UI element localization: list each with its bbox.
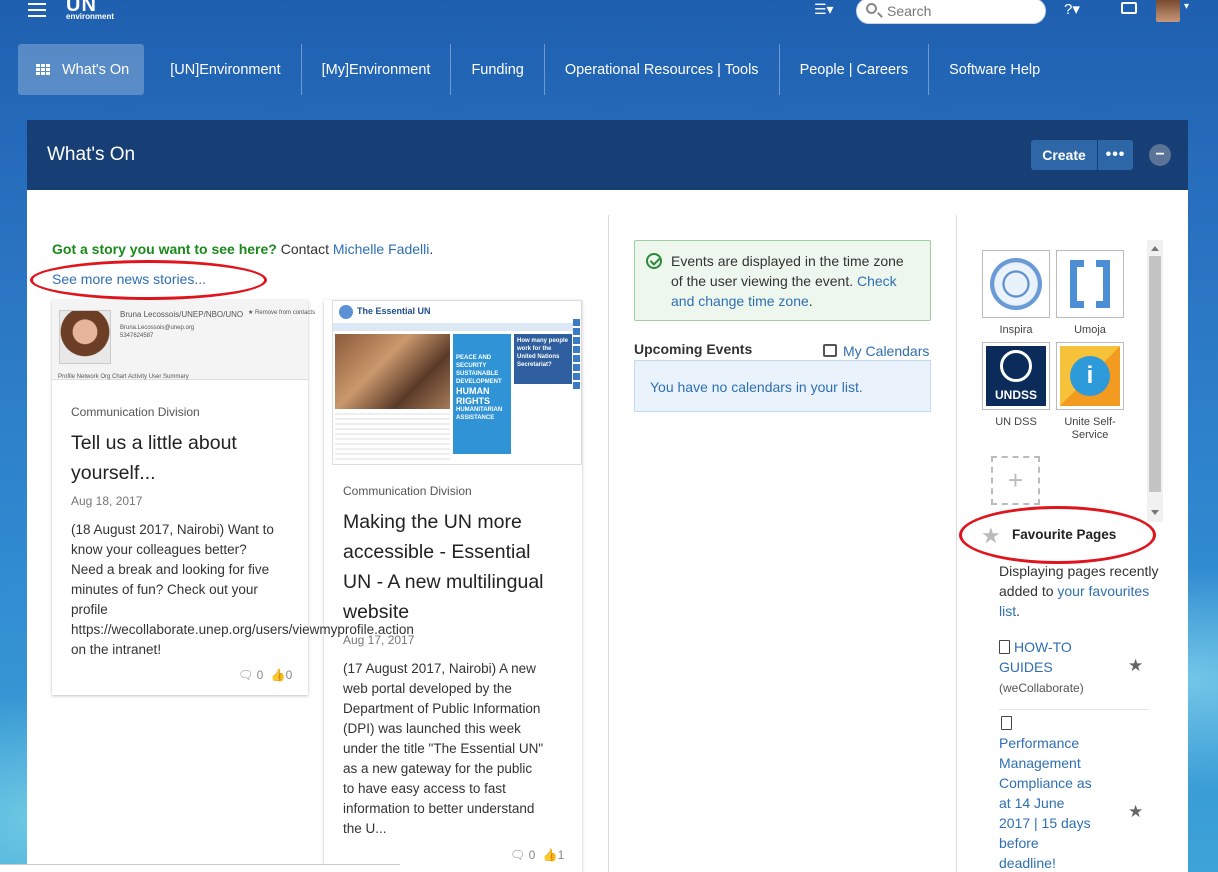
add-app-button[interactable]: +: [991, 456, 1040, 505]
create-button[interactable]: Create: [1031, 140, 1097, 170]
thumb-photo: [335, 334, 450, 409]
thumb-text-block: [335, 413, 450, 463]
self-service-icon: i: [1060, 346, 1120, 406]
inbox-icon[interactable]: [1121, 2, 1137, 14]
unfavourite-star-icon[interactable]: ★: [1128, 656, 1143, 676]
app-label: Inspira: [999, 324, 1033, 336]
timezone-notice: Events are displayed in the time zone of…: [634, 240, 931, 321]
umoja-icon: [1064, 258, 1116, 310]
comment-icon[interactable]: 🗨: [238, 668, 253, 682]
like-icon[interactable]: 👍: [271, 668, 286, 682]
app-tile-unite-self-service[interactable]: i: [1056, 342, 1124, 410]
news-card-counts: 🗨 0 👍0: [238, 668, 293, 682]
check-circle-icon: [646, 253, 662, 269]
favourite-item-space: (weCollaborate): [999, 681, 1084, 695]
favourites-description: Displaying pages recently added to your …: [999, 563, 1159, 619]
highlight-annotation: [959, 506, 1156, 564]
app-tile-inspira[interactable]: [982, 250, 1050, 318]
scroll-thumb[interactable]: [1149, 256, 1161, 492]
grid-icon: [36, 63, 50, 76]
news-card-title[interactable]: Making the UN more accessible - Essentia…: [343, 507, 544, 627]
whats-on-panel: What's On Create ••• − Got a story you w…: [27, 120, 1188, 872]
main-nav: What's On [UN]Environment [My]Environmen…: [18, 44, 1060, 95]
app-label: Umoja: [1074, 324, 1106, 336]
scroll-up-icon[interactable]: [1151, 246, 1159, 251]
nav-item-whats-on[interactable]: What's On: [18, 44, 145, 95]
scroll-down-icon[interactable]: [1151, 510, 1159, 515]
nav-item-people-careers[interactable]: People | Careers: [780, 44, 930, 95]
news-card-thumbnail: The Essential UN PEACE AND SECURITY SUST…: [332, 300, 582, 465]
more-options-button[interactable]: •••: [1098, 140, 1133, 170]
calendar-icon: [823, 344, 837, 357]
thumb-nav: [333, 323, 578, 331]
news-card[interactable]: Bruna Lecossois/UNEP/NBO/UNO Bruna.Lecos…: [52, 300, 414, 695]
thumb-share-bar: [573, 319, 580, 389]
nav-item-operational-resources[interactable]: Operational Resources | Tools: [545, 44, 780, 95]
app-tile-undss[interactable]: UNDSS: [982, 342, 1050, 410]
nav-item-software-help[interactable]: Software Help: [929, 44, 1060, 95]
app-label: Unite Self- Service: [1064, 416, 1116, 441]
app-label: UN DSS: [995, 416, 1037, 428]
document-icon: [999, 640, 1010, 654]
chevron-down-icon[interactable]: ▾: [1184, 1, 1189, 12]
panel-header: What's On Create ••• −: [27, 120, 1188, 190]
search-input[interactable]: [887, 2, 1037, 20]
news-card-thumbnail: Bruna Lecossois/UNEP/NBO/UNO Bruna.Lecos…: [52, 300, 315, 380]
nav-item-funding[interactable]: Funding: [451, 44, 545, 95]
news-card[interactable]: The Essential UN PEACE AND SECURITY SUST…: [324, 300, 582, 872]
search-icon: [866, 3, 877, 14]
news-card-counts: 🗨 0 👍1: [510, 848, 565, 862]
app-tile-umoja[interactable]: [1056, 250, 1124, 318]
list-icon[interactable]: ☰▾: [814, 1, 834, 18]
news-card-date: Aug 18, 2017: [71, 494, 143, 508]
search-box[interactable]: [856, 0, 1046, 24]
nav-item-my-environment[interactable]: [My]Environment: [302, 44, 452, 95]
favourite-item-how-to-guides[interactable]: HOW-TO GUIDES: [999, 637, 1072, 677]
news-card-body: (17 August 2017, Nairobi) A new web port…: [343, 661, 544, 836]
profile-photo: [59, 310, 111, 364]
thumb-banner: PEACE AND SECURITY SUSTAINABLE DEVELOPME…: [453, 334, 511, 454]
status-tab: [0, 864, 400, 872]
favourite-item-performance-management[interactable]: Performance Management Compliance as at …: [999, 733, 1092, 872]
no-calendars-message: You have no calendars in your list.: [634, 360, 931, 412]
column-divider: [608, 215, 609, 872]
my-calendars-link[interactable]: My Calendars: [823, 343, 929, 359]
upcoming-events-heading: Upcoming Events: [634, 341, 753, 357]
news-card-division: Communication Division: [343, 484, 472, 498]
comment-icon[interactable]: 🗨: [510, 848, 525, 862]
user-avatar[interactable]: [1156, 0, 1180, 22]
unfavourite-star-icon[interactable]: ★: [1128, 802, 1143, 822]
collapse-button[interactable]: −: [1149, 144, 1171, 166]
page-title: What's On: [47, 144, 136, 165]
help-icon[interactable]: ?▾: [1064, 0, 1080, 18]
thumb-side-box: How many people work for the United Nati…: [514, 334, 572, 384]
un-environment-logo[interactable]: UN environment: [66, 0, 114, 21]
un-emblem-icon: [990, 258, 1042, 310]
apps-scrollbar[interactable]: [1147, 240, 1163, 522]
divider: [999, 709, 1149, 710]
like-icon[interactable]: 👍: [543, 848, 558, 862]
story-prompt: Got a story you want to see here? Contac…: [52, 241, 434, 257]
contact-link[interactable]: Michelle Fadelli: [333, 241, 429, 257]
undss-icon: UNDSS: [986, 346, 1046, 406]
un-logo-icon: [339, 305, 353, 319]
top-bar: UN environment ☰▾ ?▾ ▾: [0, 0, 1218, 28]
news-card-title[interactable]: Tell us a little about yourself...: [71, 428, 237, 488]
nav-item-un-environment[interactable]: [UN]Environment: [150, 44, 302, 95]
news-card-division: Communication Division: [71, 405, 200, 419]
menu-icon[interactable]: [28, 3, 46, 17]
highlight-annotation: [30, 260, 267, 300]
document-icon: [1001, 716, 1012, 730]
column-divider: [956, 215, 957, 872]
